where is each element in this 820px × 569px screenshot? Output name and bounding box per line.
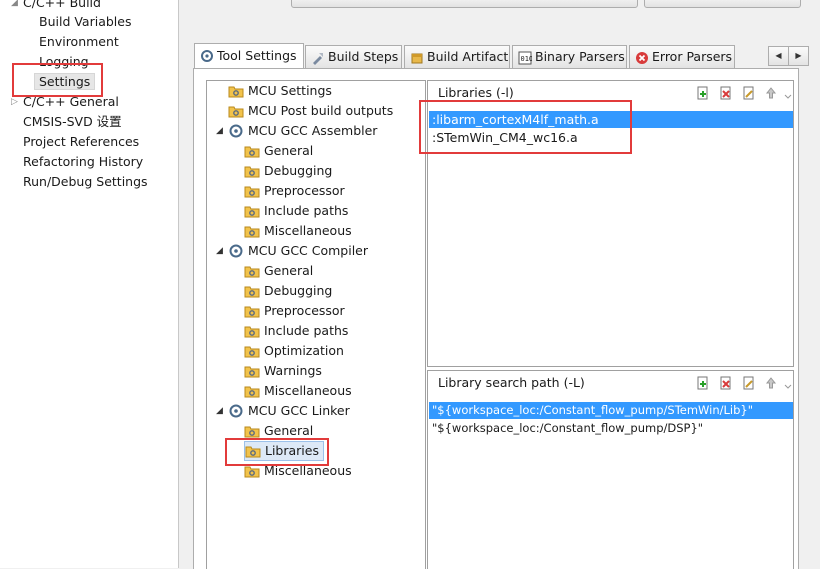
add-icon[interactable] [696,376,710,390]
collapse-arrow-icon[interactable]: ◢ [11,0,18,13]
tree-label: Debugging [264,283,333,298]
tab-label: Tool Settings [217,48,297,63]
folder-settings-icon [244,186,260,198]
edit-icon[interactable] [742,376,756,390]
move-down-icon[interactable] [784,376,792,390]
folder-settings-icon [244,366,260,378]
nav-label: Run/Debug Settings [23,174,148,189]
nav-item-build-variables[interactable]: Build Variables [39,12,131,32]
binary-parsers-icon: 010 [518,51,532,65]
delete-icon[interactable] [719,86,733,100]
configuration-combo[interactable] [291,0,638,8]
nav-label: Environment [39,34,119,49]
folder-settings-icon [244,386,260,398]
tab-scroll-left-button[interactable]: ◀ [768,46,789,66]
tree-label: MCU GCC Compiler [248,243,369,258]
search-path-row[interactable]: "${workspace_loc:/Constant_flow_pump/DSP… [429,420,793,437]
nav-item-cmsis-svd[interactable]: CMSIS-SVD 设置 [23,112,122,132]
collapse-arrow-icon[interactable]: ◢ [216,401,223,421]
tab-build-steps[interactable]: Build Steps [305,45,402,68]
tree-label: Optimization [264,343,344,358]
tab-tool-settings[interactable]: Tool Settings [194,43,304,69]
tree-label: Preprocessor [264,183,345,198]
highlight-box-libraries [225,438,329,466]
tab-label: Binary Parsers [535,49,625,64]
tool-gear-icon [229,124,243,138]
tool-gear-icon [229,244,243,258]
nav-item-refactoring-history[interactable]: Refactoring History [23,152,143,172]
svg-text:010: 010 [521,55,533,63]
highlight-box-library-files [419,100,632,154]
folder-settings-icon [244,166,260,178]
folder-settings-icon [244,266,260,278]
move-up-icon[interactable] [764,86,778,100]
folder-settings-icon [228,86,244,98]
tree-label: General [264,143,314,158]
folder-settings-icon [244,306,260,318]
manage-configurations-button[interactable] [644,0,801,8]
tab-label: Error Parsers [652,49,733,64]
search-path-row[interactable]: "${workspace_loc:/Constant_flow_pump/STe… [429,402,793,419]
build-artifact-icon [411,53,423,64]
folder-settings-icon [244,426,260,438]
tool-gear-icon [229,404,243,418]
collapse-arrow-icon[interactable]: ◢ [216,241,223,261]
nav-label: Build Variables [39,14,132,29]
tab-label: Build Steps [328,49,399,64]
tree-label: Debugging [264,163,333,178]
tree-label: MCU GCC Linker [248,403,350,418]
right-arrow-icon: ▶ [795,51,802,60]
tree-label: Warnings [264,363,322,378]
folder-settings-icon [228,106,244,118]
collapse-arrow-icon[interactable]: ◢ [216,121,223,141]
error-parsers-icon [636,52,648,64]
move-down-icon[interactable] [784,86,792,100]
tab-build-artifact[interactable]: Build Artifact [404,45,510,68]
delete-icon[interactable] [719,376,733,390]
folder-settings-icon [244,206,260,218]
property-nav: ◢ C/C++ Build Build Variables Environmen… [0,0,179,568]
nav-item-run-debug-settings[interactable]: Run/Debug Settings [23,172,148,192]
folder-settings-icon [244,226,260,238]
edit-icon[interactable] [742,86,756,100]
nav-label: C/C++ Build [23,0,101,10]
tree-label: Include paths [264,203,349,218]
build-steps-icon [313,53,323,65]
tab-error-parsers[interactable]: Error Parsers [629,45,735,68]
search-path-title: Library search path (-L) [438,375,585,390]
tab-label: Build Artifact [427,49,509,64]
nav-label: CMSIS-SVD 设置 [23,114,122,129]
highlight-box-settings [12,63,103,97]
nav-label: Project References [23,134,140,149]
move-up-icon[interactable] [764,376,778,390]
folder-settings-icon [244,286,260,298]
tree-label: Preprocessor [264,303,345,318]
library-search-path-list: Library search path (-L) "${workspace_lo… [427,370,794,569]
nav-item-environment[interactable]: Environment [39,32,119,52]
tree-label: Miscellaneous [264,223,352,238]
left-arrow-icon: ◀ [775,51,782,60]
add-icon[interactable] [696,86,710,100]
tab-scroll-right-button[interactable]: ▶ [788,46,809,66]
search-path-header: Library search path (-L) [428,371,793,395]
tree-label: MCU GCC Assembler [248,123,378,138]
tool-settings-icon [201,50,213,62]
tree-label: General [264,263,314,278]
tree-label: MCU Settings [248,83,332,98]
tree-label: Miscellaneous [264,383,352,398]
nav-label: Refactoring History [23,154,144,169]
tree-label: MCU Post build outputs [248,103,394,118]
folder-settings-icon [244,146,260,158]
tree-label: Include paths [264,323,349,338]
nav-item-project-references[interactable]: Project References [23,132,139,152]
folder-settings-icon [244,346,260,358]
libraries-title: Libraries (-l) [438,85,514,100]
folder-settings-icon [244,326,260,338]
tab-binary-parsers[interactable]: 010 Binary Parsers [512,45,627,68]
